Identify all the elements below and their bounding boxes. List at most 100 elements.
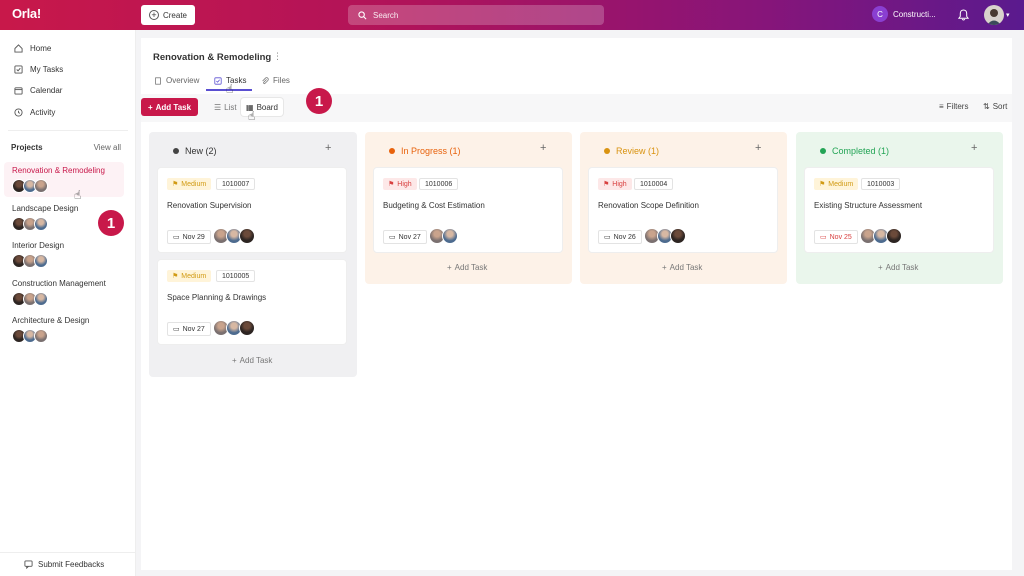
tab-overview[interactable]: Overview (154, 76, 199, 85)
step-badge: 1 (306, 88, 332, 114)
column-header: In Progress (1) (389, 146, 461, 156)
home-icon (14, 44, 23, 53)
add-column-task-icon[interactable]: + (755, 142, 761, 154)
project-members (12, 179, 124, 193)
column-header: Completed (1) (820, 146, 889, 156)
sidebar-project-renovation[interactable]: Renovation & Remodeling (4, 162, 124, 197)
calendar-icon: ▭ (604, 234, 611, 241)
avatar (34, 329, 48, 343)
column-title: Review (1) (616, 146, 660, 156)
task-card[interactable]: ⚑ Medium 1010003 Existing Structure Asses… (804, 167, 994, 253)
add-column-task-icon[interactable]: + (971, 142, 977, 154)
sidebar-item-my-tasks[interactable]: My Tasks (14, 65, 63, 74)
user-avatar[interactable] (984, 5, 1004, 25)
task-card[interactable]: ⚑ Medium 1010005 Space Planning & Drawing… (157, 259, 347, 345)
task-card[interactable]: ⚑ High 1010006 Budgeting & Cost Estimatio… (373, 167, 563, 253)
task-assignees (644, 228, 686, 244)
projects-header: Projects View all (11, 143, 121, 152)
hand-cursor-icon: ☝ (74, 188, 82, 202)
sidebar-item-activity[interactable]: Activity (14, 108, 55, 117)
submit-feedback-button[interactable]: Submit Feedbacks (24, 560, 104, 569)
history-icon (14, 108, 23, 117)
sidebar-item-calendar[interactable]: Calendar (14, 86, 62, 95)
add-column-task-icon[interactable]: + (325, 142, 331, 154)
add-column-task-icon[interactable]: + (540, 142, 546, 154)
document-icon (155, 76, 161, 85)
step-badge: 1 (98, 210, 124, 236)
board-column-in-progress: In Progress (1) + ⚑ High 1010006 Budgetin… (365, 132, 572, 284)
sort-button[interactable]: ⇅ Sort (983, 102, 1007, 111)
search-icon (358, 10, 367, 19)
view-all-link[interactable]: View all (94, 143, 121, 152)
sidebar-item-label: Calendar (30, 86, 63, 95)
calendar-icon: ▭ (389, 234, 396, 241)
check-square-icon (214, 76, 222, 85)
column-header: New (2) (173, 146, 217, 156)
task-title: Renovation Supervision (167, 201, 252, 210)
task-id: 1010005 (216, 270, 256, 282)
task-id: 1010006 (419, 178, 459, 190)
priority-badge: ⚑ Medium (814, 178, 859, 190)
plus-icon: + (147, 102, 153, 112)
hand-cursor-icon: ☝ (226, 82, 234, 96)
view-list-button[interactable]: ☰ List (209, 98, 242, 116)
bell-icon[interactable] (958, 9, 969, 21)
column-add-task-button[interactable]: + Add Task (878, 263, 918, 272)
task-card[interactable]: ⚑ High 1010004 Renovation Scope Definitio… (588, 167, 778, 253)
column-add-task-button[interactable]: + Add Task (232, 356, 272, 365)
priority-badge: ⚑ Medium (167, 178, 212, 190)
status-dot (604, 148, 610, 154)
app-logo[interactable]: Orla! (12, 6, 41, 21)
tab-label: Overview (166, 76, 200, 85)
filters-label: Filters (946, 102, 969, 111)
workspace-switcher[interactable]: C Constructi... (872, 6, 936, 22)
sort-icon: ⇅ (983, 102, 990, 111)
sidebar: Home My Tasks Calendar Activity Projects… (0, 30, 136, 576)
sidebar-project-architecture[interactable]: Architecture & Design (4, 312, 124, 347)
flag-icon: ⚑ (172, 273, 179, 280)
paperclip-icon (262, 76, 269, 84)
page-title: Renovation & Remodeling (153, 52, 272, 63)
column-add-task-button[interactable]: + Add Task (447, 263, 487, 272)
project-name: Renovation & Remodeling (12, 166, 105, 175)
status-dot (820, 148, 826, 154)
plus-circle-icon: + (148, 10, 159, 20)
create-label: Create (162, 10, 187, 20)
due-date: ▭ Nov 25 (814, 230, 858, 244)
task-title: Budgeting & Cost Estimation (383, 201, 485, 210)
sidebar-footer-divider (0, 552, 136, 553)
task-title: Renovation Scope Definition (598, 201, 699, 210)
tab-files[interactable]: Files (261, 76, 290, 85)
sidebar-project-construction[interactable]: Construction Management (4, 275, 124, 310)
top-bar: Orla! + Create Search C Constructi... ▾ (0, 0, 1024, 30)
main-panel: Renovation & Remodeling ⋮ Overview Tasks… (141, 38, 1012, 570)
sidebar-item-home[interactable]: Home (14, 44, 51, 53)
calendar-icon: ▭ (820, 234, 827, 241)
sidebar-project-interior[interactable]: Interior Design (4, 237, 124, 272)
flag-icon: ⚑ (388, 181, 395, 188)
avatar (442, 228, 458, 244)
flag-icon: ⚑ (172, 181, 179, 188)
create-button[interactable]: + Create (141, 5, 195, 25)
add-task-button[interactable]: + Add Task (141, 98, 198, 116)
column-add-task-button[interactable]: + Add Task (662, 263, 702, 272)
tab-label: Files (273, 76, 290, 85)
add-task-label: Add Task (155, 102, 192, 112)
check-square-icon (14, 65, 23, 74)
project-members (12, 329, 124, 343)
avatar (239, 228, 255, 244)
filters-button[interactable]: ≡ Filters (939, 102, 968, 111)
priority-badge: ⚑ Medium (167, 270, 212, 282)
more-vertical-icon[interactable]: ⋮ (273, 51, 282, 62)
list-icon: ☰ (214, 102, 222, 112)
project-members (12, 292, 124, 306)
chevron-down-icon[interactable]: ▾ (1006, 11, 1010, 19)
flag-icon: ⚑ (819, 181, 826, 188)
board-column-review: Review (1) + ⚑ High 1010004 Renovation Sc… (580, 132, 787, 284)
search-input[interactable]: Search (348, 5, 604, 25)
project-name: Architecture & Design (12, 316, 90, 325)
task-id: 1010003 (861, 178, 901, 190)
due-date: ▭ Nov 29 (167, 230, 211, 244)
task-card[interactable]: ⚑ Medium 1010007 Renovation Supervision ▭… (157, 167, 347, 253)
task-assignees (429, 228, 458, 244)
